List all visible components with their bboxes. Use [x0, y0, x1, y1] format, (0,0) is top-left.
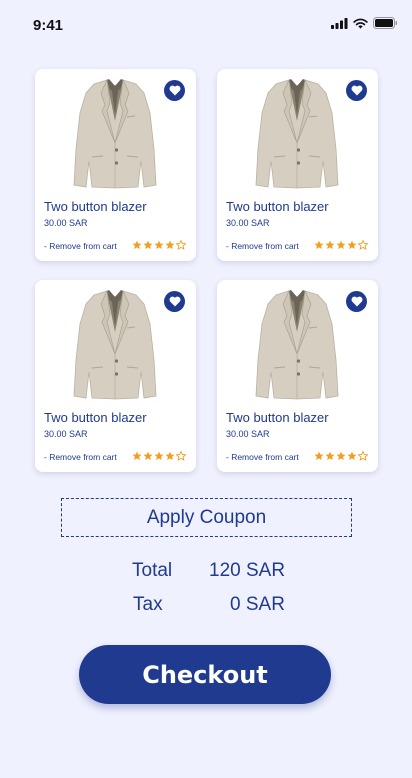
cart-product-grid: Two button blazer 30.00 SAR - Remove fro…	[35, 69, 378, 472]
cellular-signal-icon	[331, 17, 348, 29]
heart-icon	[169, 296, 180, 307]
star-icon	[176, 240, 186, 250]
star-icon	[132, 240, 142, 249]
star-icon	[347, 451, 357, 460]
blazer-product-image	[255, 289, 339, 400]
heart-icon	[169, 85, 180, 96]
product-title: Two button blazer	[44, 199, 147, 214]
tax-value: 0 SAR	[230, 594, 285, 615]
heart-icon	[351, 85, 362, 96]
total-label: Total	[132, 560, 173, 581]
product-title: Two button blazer	[44, 410, 147, 425]
favorite-button[interactable]	[164, 291, 185, 312]
star-icon	[314, 451, 324, 460]
product-rating	[132, 240, 186, 250]
remove-from-cart-link[interactable]: - Remove from cart	[226, 452, 299, 462]
remove-from-cart-link[interactable]: - Remove from cart	[44, 452, 117, 462]
blazer-product-image	[255, 78, 339, 189]
favorite-button[interactable]	[346, 291, 367, 312]
remove-from-cart-link[interactable]: - Remove from cart	[44, 241, 117, 251]
product-title: Two button blazer	[226, 199, 329, 214]
total-value: 120 SAR	[209, 560, 286, 581]
star-icon	[143, 451, 153, 460]
apply-coupon-button[interactable]: Apply Coupon	[61, 498, 352, 537]
product-title: Two button blazer	[226, 410, 329, 425]
product-rating	[314, 451, 368, 461]
star-icon	[143, 240, 153, 249]
star-icon	[165, 451, 175, 460]
status-time: 9:41	[33, 17, 64, 34]
blazer-product-image	[73, 289, 157, 400]
product-rating	[314, 240, 368, 250]
remove-from-cart-link[interactable]: - Remove from cart	[226, 241, 299, 251]
blazer-product-image	[73, 78, 157, 189]
product-card[interactable]: Two button blazer 30.00 SAR - Remove fro…	[217, 69, 378, 261]
product-price: 30.00 SAR	[226, 429, 270, 439]
status-icons	[331, 17, 398, 29]
star-icon	[325, 240, 335, 249]
star-icon	[154, 240, 164, 249]
product-price: 30.00 SAR	[44, 218, 88, 228]
heart-icon	[351, 296, 362, 307]
checkout-button[interactable]: Checkout	[79, 645, 331, 704]
star-icon	[358, 451, 368, 461]
favorite-button[interactable]	[164, 80, 185, 101]
battery-icon	[373, 17, 398, 29]
star-icon	[154, 451, 164, 460]
product-card[interactable]: Two button blazer 30.00 SAR - Remove fro…	[35, 69, 196, 261]
product-card[interactable]: Two button blazer 30.00 SAR - Remove fro…	[217, 280, 378, 472]
tax-label: Tax	[133, 594, 163, 615]
star-icon	[314, 240, 324, 249]
favorite-button[interactable]	[346, 80, 367, 101]
wifi-icon	[353, 18, 368, 29]
star-icon	[176, 451, 186, 461]
star-icon	[132, 451, 142, 460]
star-icon	[336, 240, 346, 249]
star-icon	[347, 240, 357, 249]
product-price: 30.00 SAR	[226, 218, 270, 228]
star-icon	[325, 451, 335, 460]
star-icon	[336, 451, 346, 460]
product-rating	[132, 451, 186, 461]
star-icon	[358, 240, 368, 250]
product-card[interactable]: Two button blazer 30.00 SAR - Remove fro…	[35, 280, 196, 472]
star-icon	[165, 240, 175, 249]
status-bar: 9:41	[0, 0, 412, 48]
product-price: 30.00 SAR	[44, 429, 88, 439]
